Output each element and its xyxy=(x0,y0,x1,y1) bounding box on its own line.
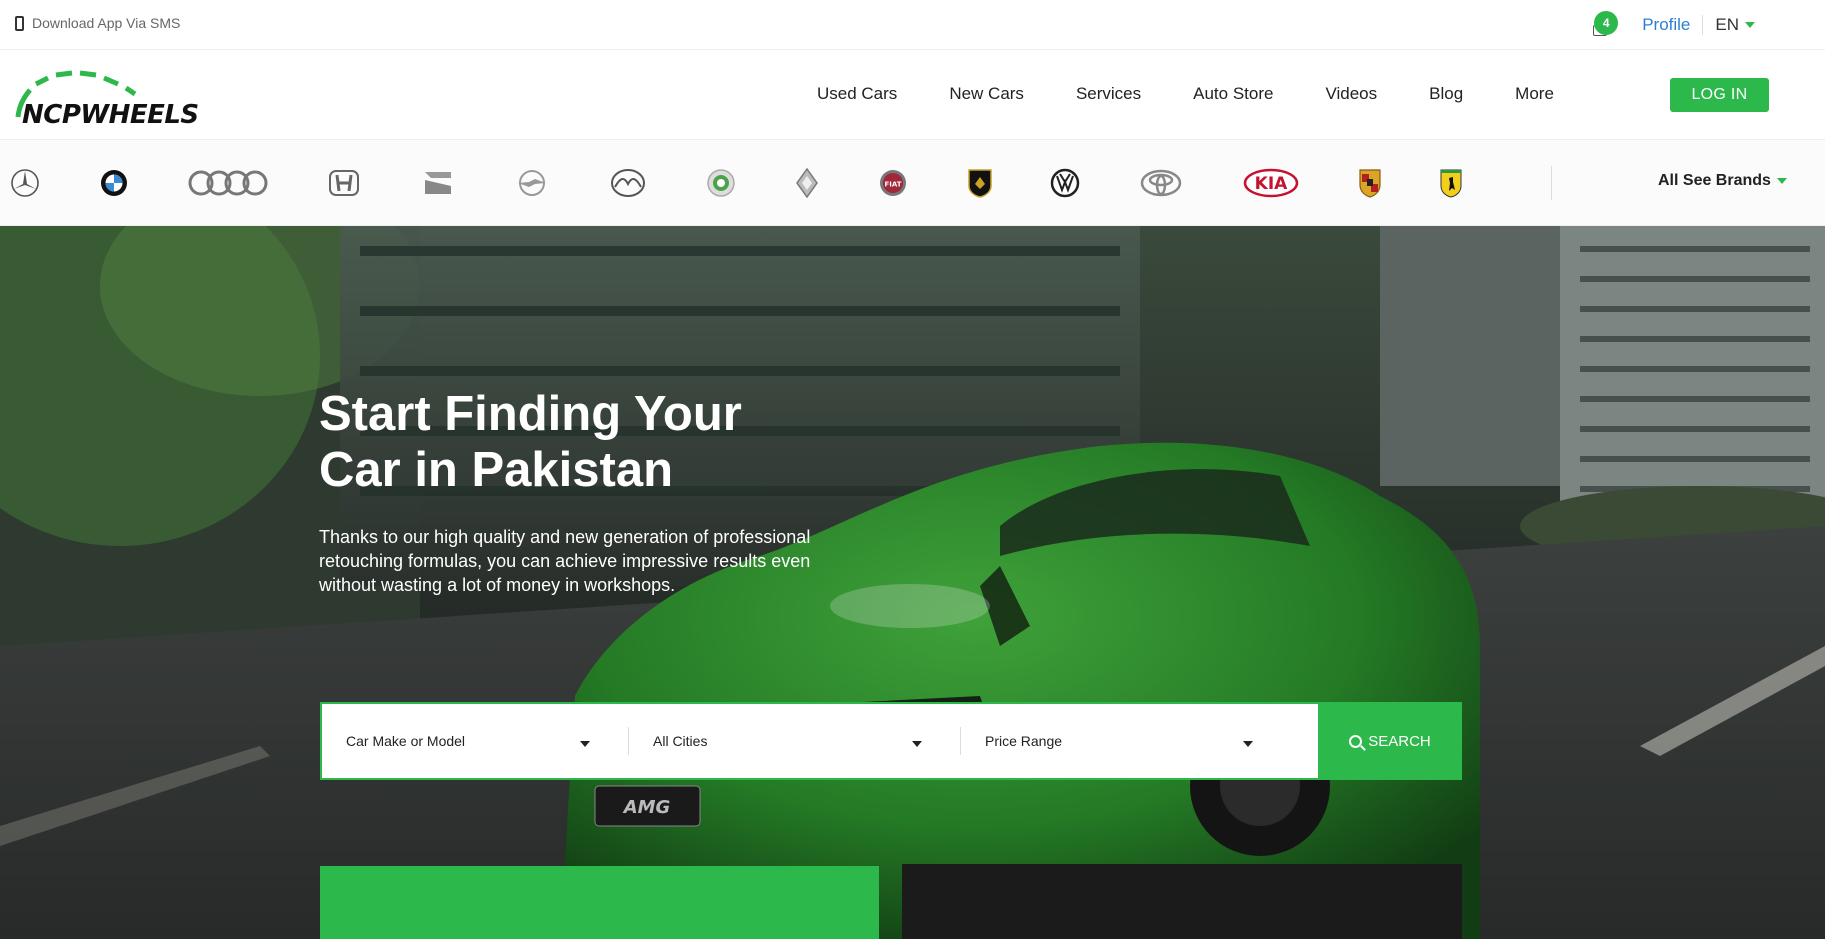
nav-auto-store[interactable]: Auto Store xyxy=(1193,84,1273,104)
kia-logo-text: KIA xyxy=(1255,174,1288,194)
nav-services[interactable]: Services xyxy=(1076,84,1141,104)
top-bar: Download App Via SMS 4 Profile EN xyxy=(0,0,1825,50)
logo-text: NCPWHEELS xyxy=(22,100,199,130)
hero-background-image: AMG xyxy=(0,226,1825,939)
brand-seat-logo[interactable] xyxy=(421,166,455,200)
brand-divider xyxy=(1551,166,1552,200)
car-search-form: Car Make or Model All Cities Price Range… xyxy=(320,702,1462,780)
language-label: EN xyxy=(1715,15,1739,34)
chevron-down-icon xyxy=(580,741,590,747)
chevron-down-icon xyxy=(1243,741,1253,747)
city-label: All Cities xyxy=(653,733,708,749)
promo-card-dark[interactable] xyxy=(902,864,1462,939)
nav-more[interactable]: More xyxy=(1515,84,1554,104)
brand-skoda-logo[interactable] xyxy=(706,166,736,200)
brand-strip: FIAT KIA All See Brands xyxy=(0,140,1825,226)
all-brands-label: All See Brands xyxy=(1658,172,1771,189)
language-selector[interactable]: EN xyxy=(1715,15,1755,35)
brand-renault-logo[interactable] xyxy=(795,166,819,200)
profile-link[interactable]: Profile xyxy=(1642,15,1704,35)
brand-audi-logo[interactable] xyxy=(188,166,268,200)
cart-button[interactable]: 4 xyxy=(1590,11,1619,37)
city-select[interactable]: All Cities xyxy=(629,704,960,778)
nav-new-cars[interactable]: New Cars xyxy=(949,84,1024,104)
make-model-label: Car Make or Model xyxy=(346,733,466,749)
hero-title-line2: Car in Pakistan xyxy=(319,443,674,497)
primary-nav: Used Cars New Cars Services Auto Store V… xyxy=(817,84,1606,104)
hero-title: Start Finding Your Car in Pakistan xyxy=(319,386,819,498)
svg-text:FIAT: FIAT xyxy=(884,181,901,189)
brand-porsche-logo[interactable] xyxy=(1358,166,1382,200)
brand-lamborghini-logo[interactable] xyxy=(967,166,993,200)
nav-used-cars[interactable]: Used Cars xyxy=(817,84,897,104)
cart-count-badge: 4 xyxy=(1594,11,1619,35)
brand-fiat-logo[interactable]: FIAT xyxy=(878,166,908,200)
top-right-controls: 4 Profile EN xyxy=(1590,8,1755,42)
brand-volkswagen-logo[interactable] xyxy=(1050,166,1080,200)
price-range-label: Price Range xyxy=(985,733,1063,749)
hero-subtitle: Thanks to our high quality and new gener… xyxy=(319,527,811,595)
chevron-down-icon xyxy=(1776,178,1787,184)
svg-text:AMG: AMG xyxy=(622,797,671,818)
hero-section: AMG Start Finding Your Car in Pakistan T… xyxy=(0,226,1825,939)
site-logo[interactable]: NCPWHEELS xyxy=(10,62,215,132)
search-button[interactable]: SEARCH xyxy=(1318,702,1462,780)
main-navbar: NCPWHEELS Used Cars New Cars Services Au… xyxy=(0,50,1825,140)
make-model-select[interactable]: Car Make or Model xyxy=(322,704,628,778)
price-range-select[interactable]: Price Range xyxy=(961,704,1291,778)
chevron-down-icon xyxy=(1745,22,1755,28)
search-icon xyxy=(1349,734,1363,748)
brand-ferrari-logo[interactable] xyxy=(1440,166,1462,200)
brand-toyota-logo[interactable] xyxy=(1140,166,1182,200)
brand-mercedes-logo[interactable] xyxy=(10,166,40,200)
all-brands-dropdown[interactable]: All See Brands xyxy=(1658,172,1787,190)
phone-icon xyxy=(15,15,24,31)
brand-bmw-logo[interactable] xyxy=(100,166,128,200)
search-button-label: SEARCH xyxy=(1368,732,1431,750)
nav-blog[interactable]: Blog xyxy=(1429,84,1463,104)
hero-title-line1: Start Finding Your xyxy=(319,387,742,441)
brand-mazda-logo[interactable] xyxy=(610,166,646,200)
promo-card-green[interactable] xyxy=(320,866,879,939)
brand-honda-logo[interactable] xyxy=(328,166,360,200)
brand-opel-logo[interactable] xyxy=(515,166,549,200)
brand-kia-logo[interactable]: KIA xyxy=(1243,166,1299,200)
nav-videos[interactable]: Videos xyxy=(1325,84,1377,104)
login-button[interactable]: LOG IN xyxy=(1670,78,1769,112)
chevron-down-icon xyxy=(912,741,922,747)
download-app-label: Download App Via SMS xyxy=(32,15,181,31)
download-app-link[interactable]: Download App Via SMS xyxy=(15,15,180,31)
